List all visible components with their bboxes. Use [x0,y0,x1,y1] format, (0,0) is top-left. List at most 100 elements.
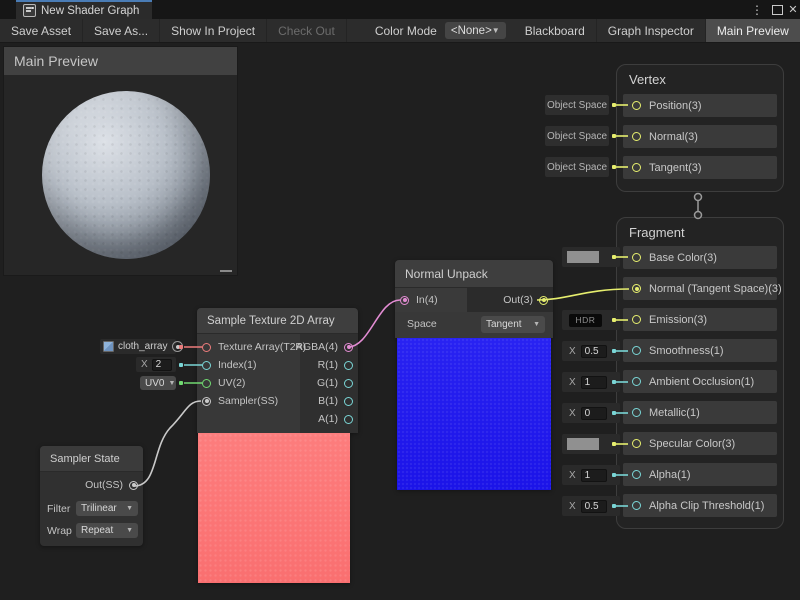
input-index: Index(1) [197,357,257,373]
check-out-button: Check Out [267,19,347,42]
input-in4: In(4) [395,292,438,308]
r-port[interactable] [344,361,353,370]
output-a: A(1) [318,411,353,427]
save-as-button[interactable]: Save As... [83,19,160,42]
maximize-icon[interactable] [769,0,785,19]
number-input[interactable]: 0 [581,407,607,420]
tangent-port[interactable] [632,163,641,172]
normal-port[interactable] [632,132,641,141]
main-preview-toggle-button[interactable]: Main Preview [706,19,800,42]
binding-chip-object-space[interactable]: Object Space [545,126,609,146]
number-input[interactable]: 1 [581,376,607,389]
index-port[interactable] [202,361,211,370]
alpha-clip-threshold-port[interactable] [632,501,641,510]
specular-color-port[interactable] [632,439,641,448]
wrap-label: Wrap [47,525,72,537]
port-dot [612,103,616,107]
chevron-down-icon: ▼ [126,505,133,512]
node-title[interactable]: Sample Texture 2D Array [197,308,358,334]
metallic-port[interactable] [632,408,641,417]
normal-unpack-node[interactable]: Normal Unpack In(4) Out(3) Space Tangent… [395,260,553,491]
base-color-port[interactable] [632,253,641,262]
binding-chip-object-space[interactable]: Object Space [545,95,609,115]
filter-dropdown[interactable]: Trilinear▼ [76,501,138,516]
wrap-dropdown[interactable]: Repeat▼ [76,523,138,538]
a-port[interactable] [344,415,353,424]
output-out-ss: Out(SS) [85,477,138,493]
output-rgba: RGBA(4) [295,339,353,355]
space-label: Space [407,318,437,330]
sampler-port[interactable] [202,397,211,406]
b-port[interactable] [344,397,353,406]
ambient-occlusion-port[interactable] [632,377,641,386]
edge-sampler-state[interactable] [134,401,201,486]
port-dot [612,318,616,322]
shader-graph-icon [23,4,36,17]
space-dropdown[interactable]: Tangent▼ [481,316,545,333]
out-port[interactable] [539,296,548,305]
smoothness-port[interactable] [632,346,641,355]
fragment-slot-alpha-clip-threshold: Alpha Clip Threshold(1) [623,494,777,517]
fragment-slot-smoothness: Smoothness(1) [623,339,777,362]
fragment-slot-normal-tangent: Normal (Tangent Space)(3) [623,277,777,300]
alpha-port[interactable] [632,470,641,479]
port-dot [612,504,616,508]
texture-array-name: cloth_array [118,341,167,352]
output-b: B(1) [318,393,353,409]
emission-port[interactable] [632,315,641,324]
preview-sphere[interactable] [42,91,210,259]
color-mode-value: <None> [451,25,492,37]
binding-chip-object-space[interactable]: Object Space [545,157,609,177]
tab-new-shader-graph[interactable]: New Shader Graph [16,0,152,19]
color-mode-label: Color Mode [347,19,445,42]
show-in-project-button[interactable]: Show In Project [160,19,267,42]
hdr-color-field[interactable]: HDR [569,314,602,327]
vertex-title: Vertex [629,72,666,87]
port-dot [612,380,616,384]
uv-channel-dropdown[interactable]: UV0▼ [140,376,176,390]
port-dot [612,442,616,446]
number-input[interactable]: 0.5 [581,500,607,513]
port-dot [612,473,616,477]
chevron-down-icon: ▼ [533,321,540,328]
g-port[interactable] [344,379,353,388]
rgba-port[interactable] [344,343,353,352]
save-asset-button[interactable]: Save Asset [0,19,83,42]
sampler-state-node[interactable]: Sampler State Out(SS) Filter Trilinear▼ … [40,446,143,546]
texture-array-port[interactable] [202,343,211,352]
sample-texture-2d-array-node[interactable]: Sample Texture 2D Array Texture Array(T2… [197,308,358,583]
tab-title: New Shader Graph [41,5,139,17]
normal-tangent-port[interactable] [632,284,641,293]
port-dot [179,345,183,349]
more-options-icon[interactable]: ⋮ [750,0,764,19]
texture-array-object-field[interactable]: cloth_array [100,339,176,354]
in-port[interactable] [400,296,409,305]
color-swatch[interactable] [567,251,599,263]
out-ss-port[interactable] [129,481,138,490]
fragment-context-node[interactable]: Fragment Base Color(3) Normal (Tangent S… [616,217,784,529]
color-swatch[interactable] [567,438,599,450]
node-title[interactable]: Sampler State [40,446,143,472]
port-dot [612,349,616,353]
cloth-texture-preview [198,433,350,583]
color-mode-dropdown[interactable]: <None> ▼ [445,22,506,39]
position-port[interactable] [632,101,641,110]
output-r: R(1) [318,357,353,373]
main-preview-header[interactable]: Main Preview [4,47,237,75]
vertex-slot-normal: Normal(3) [623,125,777,148]
index-value-field[interactable]: X 2 [136,357,176,372]
blackboard-toggle-button[interactable]: Blackboard [514,19,597,42]
node-title[interactable]: Normal Unpack [395,260,553,288]
chevron-down-icon: ▼ [492,26,500,35]
input-sampler: Sampler(SS) [197,393,278,409]
uv-port[interactable] [202,379,211,388]
number-input[interactable]: 0.5 [581,345,607,358]
graph-inspector-toggle-button[interactable]: Graph Inspector [597,19,706,42]
close-icon[interactable]: ✕ [786,0,800,19]
input-uv: UV(2) [197,375,245,391]
vertex-slot-tangent: Tangent(3) [623,156,777,179]
vertex-context-node[interactable]: Vertex Position(3) Normal(3) Tangent(3) [616,64,784,192]
number-input[interactable]: 2 [152,359,172,371]
number-input[interactable]: 1 [581,469,607,482]
resize-handle[interactable] [220,270,232,272]
